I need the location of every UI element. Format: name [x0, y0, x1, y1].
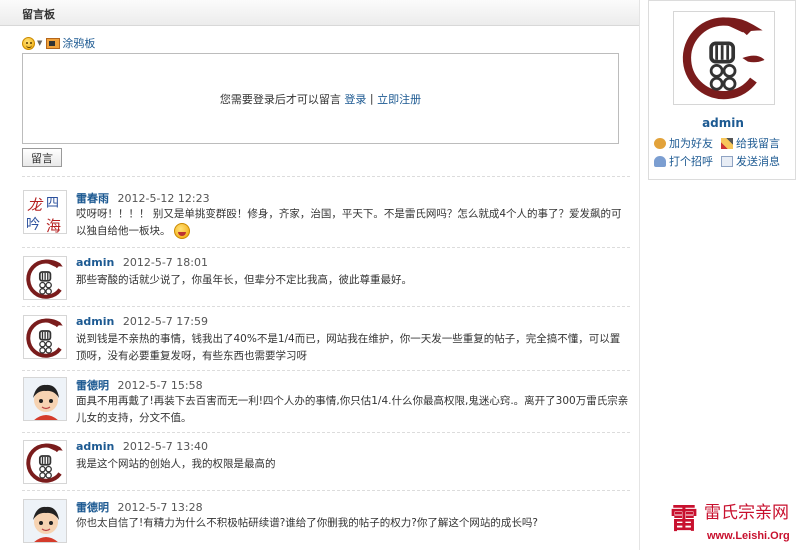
envelope-icon [721, 155, 733, 167]
author-link[interactable]: admin [76, 315, 114, 328]
comment-item: admin 2012-5-7 18:01 那些寄酸的话就少说了，你虽年长，但辈分… [22, 256, 630, 306]
svg-text:海: 海 [46, 217, 61, 234]
comment-text: 我是这个网站的创始人，我的权限是最高的 [76, 458, 276, 470]
comment-time: 2012-5-12 12:23 [117, 192, 210, 205]
comment-item: admin 2012-5-7 17:59 说到钱是不亲热的事情，钱我出了40%不… [22, 315, 630, 371]
author-link[interactable]: admin [76, 440, 114, 453]
user-avatar[interactable] [23, 256, 67, 300]
svg-text:四: 四 [46, 196, 59, 211]
leave-message-label: 给我留言 [736, 137, 780, 150]
link-separator: | [369, 92, 374, 105]
svg-text:雷: 雷 [670, 502, 698, 535]
comment-meta: 雷春雨 2012-5-12 12:23 [76, 190, 210, 206]
laughing-emoticon-icon [173, 223, 190, 239]
doodle-board-link[interactable]: 涂鸦板 [62, 35, 95, 51]
user-avatar[interactable]: 龙 四 吟 海 [23, 190, 67, 234]
author-link[interactable]: 雷春雨 [76, 192, 109, 205]
cartoon-boy-icon [24, 378, 66, 420]
author-link[interactable]: admin [76, 256, 114, 269]
submit-message-button[interactable]: 留言 [22, 148, 62, 167]
send-message-label: 发送消息 [736, 155, 780, 168]
divider [22, 306, 630, 307]
user-avatar[interactable] [23, 377, 67, 421]
greet-label: 打个招呼 [669, 155, 713, 168]
cartoon-boy-icon [24, 500, 66, 542]
panel-title: 留言板 [22, 8, 55, 21]
comment-meta: admin 2012-5-7 18:01 [76, 256, 208, 269]
comment-time: 2012-5-7 17:59 [122, 315, 209, 328]
comment-time: 2012-5-7 15:58 [117, 379, 203, 392]
author-link[interactable]: 雷德明 [76, 501, 109, 514]
calligraphy-avatar-icon: 龙 四 吟 海 [24, 191, 66, 234]
send-message-action[interactable]: 发送消息 [721, 153, 780, 169]
user-avatar[interactable] [23, 315, 67, 359]
comment-text-content: 哎呀呀！！！！ 别又是单挑变群殴！修身，齐家，治国，平天下。不是雷氏网吗？怎么就… [76, 208, 622, 237]
comment-meta: admin 2012-5-7 17:59 [76, 315, 208, 328]
comment-text: 你也太自信了!有精力为什么不积极帖研续谱?谁给了你删我的帖子的权力?你了解这个网… [76, 517, 538, 529]
divider [22, 247, 630, 248]
comment-meta: admin 2012-5-7 13:40 [76, 440, 208, 453]
leishi-logo-icon [682, 17, 765, 100]
greet-icon [654, 155, 666, 167]
divider [22, 176, 630, 177]
doodle-board-icon[interactable] [46, 37, 61, 49]
add-friend-label: 加为好友 [669, 137, 713, 150]
profile-username[interactable]: admin [649, 116, 797, 130]
leishi-logo-icon [26, 443, 63, 483]
add-friend-icon [654, 137, 666, 149]
divider [22, 490, 630, 491]
editor-toolbar: ▼ 涂鸦板 [22, 35, 95, 51]
comment-time: 2012-5-7 13:40 [122, 440, 209, 453]
panel-header: 留言板 [0, 0, 639, 26]
divider [22, 432, 630, 433]
watermark-text: 雷氏宗亲网 [704, 503, 789, 523]
greet-action[interactable]: 打个招呼 [654, 153, 713, 169]
comment-text: 面具不用再戴了!再装下去百害而无一利!四个人办的事情,你只估1/4.什么你最高权… [76, 395, 629, 424]
profile-card: admin 加为好友 给我留言 打个招呼 发送消息 [648, 0, 796, 180]
user-avatar[interactable] [23, 499, 67, 543]
leishi-logo-icon [26, 318, 63, 358]
emoticon-icon[interactable] [22, 36, 35, 50]
add-friend-action[interactable]: 加为好友 [654, 135, 713, 151]
chevron-down-icon[interactable]: ▼ [37, 39, 42, 47]
user-avatar[interactable] [23, 440, 67, 484]
divider [22, 370, 630, 371]
login-link[interactable]: 登录 [344, 91, 366, 107]
comment-item: 龙 四 吟 海 雷春雨 2012-5-12 12:23 哎呀呀！！！！ 别又是单… [22, 190, 630, 246]
svg-text:龙: 龙 [27, 196, 44, 214]
comment-meta: 雷德明 2012-5-7 13:28 [76, 499, 203, 515]
comment-time: 2012-5-7 18:01 [122, 256, 209, 269]
leave-message-action[interactable]: 给我留言 [721, 135, 780, 151]
guestbook-panel: 留言板 ▼ 涂鸦板 您需要登录后才可以留言 登录 | 立即注册 留言 龙 四 吟… [0, 0, 640, 550]
comment-item: 雷德明 2012-5-7 15:58 面具不用再戴了!再装下去百害而无一利!四个… [22, 377, 630, 433]
comment-text: 说到钱是不亲热的事情，钱我出了40%不是1/4而已，网站我在维护，你一天发一些重… [76, 333, 621, 362]
watermark-url: www.Leishi.Org [707, 530, 790, 542]
comment-text: 哎呀呀！！！！ 别又是单挑变群殴！修身，齐家，治国，平天下。不是雷氏网吗？怎么就… [76, 206, 630, 240]
comment-item: 雷德明 2012-5-7 13:28 你也太自信了!有精力为什么不积极帖研续谱?… [22, 499, 630, 549]
author-link[interactable]: 雷德明 [76, 379, 109, 392]
message-input-area[interactable]: 您需要登录后才可以留言 登录 | 立即注册 [22, 53, 619, 144]
comment-time: 2012-5-7 13:28 [117, 501, 203, 514]
login-prompt-text: 您需要登录后才可以留言 [219, 92, 341, 106]
svg-text:吟: 吟 [26, 217, 40, 233]
comment-meta: 雷德明 2012-5-7 15:58 [76, 377, 203, 393]
register-link[interactable]: 立即注册 [377, 91, 421, 107]
pencil-icon [721, 137, 733, 149]
comment-text: 那些寄酸的话就少说了，你虽年长，但辈分不定比我高，彼此尊重最好。 [76, 274, 412, 286]
profile-avatar[interactable] [673, 11, 775, 105]
comment-item: admin 2012-5-7 13:40 我是这个网站的创始人，我的权限是最高的 [22, 440, 630, 490]
leishi-logo-icon [26, 259, 63, 299]
